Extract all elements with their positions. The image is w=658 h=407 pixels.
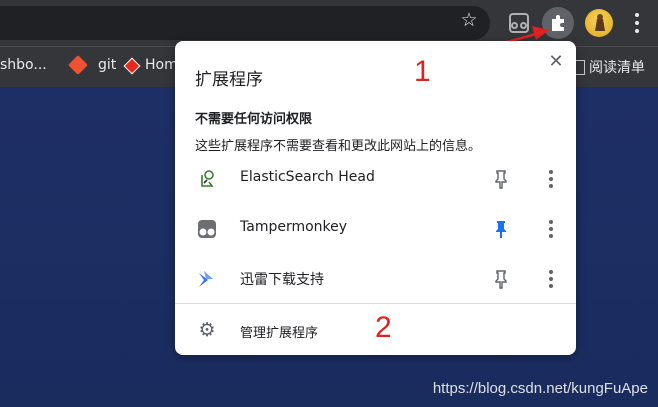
popup-title: 扩展程序 [195,70,263,90]
more-options-icon[interactable] [543,217,559,241]
extension-name: Tampermonkey [240,219,348,235]
annotation-step-2: 2 [375,311,392,344]
extensions-popup: 扩展程序 ✕ 不需要任何访问权限 这些扩展程序不需要查看和更改此网站上的信息。 … [175,41,576,355]
manage-extensions-label: 管理扩展程序 [240,326,319,341]
extension-row-xunlei[interactable]: 迅雷下载支持 [175,255,576,303]
xunlei-icon [197,269,217,289]
close-button[interactable]: ✕ [545,51,567,73]
gear-icon: ⚙ [198,319,216,341]
extension-name: 迅雷下载支持 [240,272,324,288]
more-options-icon[interactable] [543,167,559,191]
extension-row-tampermonkey[interactable]: Tampermonkey [175,205,576,253]
more-options-icon[interactable] [543,267,559,291]
section-description: 这些扩展程序不需要查看和更改此网站上的信息。 [195,139,482,154]
extension-row-elasticsearch-head[interactable]: ElasticSearch Head [175,155,576,203]
extension-name: ElasticSearch Head [240,169,375,185]
tampermonkey-icon [197,219,217,239]
divider [175,303,576,304]
watermark: https://blog.csdn.net/kungFuApe [432,380,648,397]
section-heading: 不需要任何访问权限 [195,112,313,127]
pin-icon[interactable] [491,218,511,240]
pin-icon[interactable] [491,268,511,290]
annotation-step-1: 1 [414,55,431,88]
pin-icon[interactable] [491,168,511,190]
elasticsearch-head-icon [197,169,217,189]
